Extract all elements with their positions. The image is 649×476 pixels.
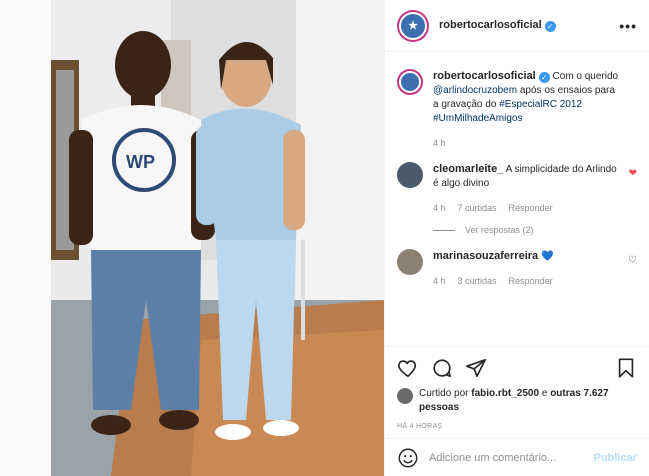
share-icon[interactable] <box>465 357 487 379</box>
author-name-block: robertocarlosoficial ✓ <box>439 19 556 32</box>
post-photo[interactable]: WP <box>51 0 384 476</box>
author-avatar-small[interactable] <box>397 69 423 95</box>
comment-input[interactable] <box>429 451 594 464</box>
caption-hashtag-1[interactable]: #EspecialRC 2012 <box>499 99 582 110</box>
heart-icon[interactable]: ❤ <box>629 168 637 179</box>
verified-badge-icon: ✓ <box>544 21 556 32</box>
heart-outline-icon[interactable]: ♡ <box>628 255 637 266</box>
commenter-avatar[interactable] <box>397 249 423 275</box>
caption: robertocarlosoficial ✓ Com o querido @arl… <box>397 69 637 150</box>
caption-meta: 4 h <box>433 136 619 150</box>
author-username[interactable]: robertocarlosoficial <box>439 19 542 31</box>
reply-button[interactable]: Responder <box>509 201 553 215</box>
caption-mention[interactable]: @arlindocruzobem <box>433 85 517 96</box>
heart-icon[interactable] <box>397 357 419 379</box>
post-timestamp[interactable]: HÁ 4 HORAS <box>397 423 637 430</box>
more-options-icon[interactable]: ••• <box>619 18 637 34</box>
photo-illustration: WP <box>51 0 384 476</box>
emoji-icon[interactable] <box>397 447 419 469</box>
view-replies[interactable]: Ver respostas (2) <box>433 225 637 235</box>
comment-likes[interactable]: 3 curtidas <box>458 274 497 288</box>
post-header: ★ robertocarlosoficial ✓ ••• <box>385 0 649 52</box>
comment-item: cleomarleite_ A simplicidade do Arlindo … <box>397 162 637 215</box>
post-actions: Curtido por fabio.rbt_2500 e outras 7.62… <box>385 346 649 438</box>
caption-username[interactable]: robertocarlosoficial <box>433 70 536 82</box>
comment-icon[interactable] <box>431 357 453 379</box>
view-replies-label: Ver respostas (2) <box>465 225 534 235</box>
likes-prefix: Curtido por <box>419 388 472 399</box>
reply-button[interactable]: Responder <box>509 274 553 288</box>
comment-time[interactable]: 4 h <box>433 201 446 215</box>
publish-button[interactable]: Publicar <box>594 452 637 464</box>
liker-avatar[interactable] <box>397 388 413 404</box>
post-sidebar: ★ robertocarlosoficial ✓ ••• robertocarlo… <box>384 0 649 476</box>
comment-item: marinasouzaferreira 💙 4 h 3 curtidas Res… <box>397 249 637 288</box>
comment-likes[interactable]: 7 curtidas <box>458 201 497 215</box>
comment-body: marinasouzaferreira 💙 4 h 3 curtidas Res… <box>433 249 571 288</box>
liker-username[interactable]: fabio.rbt_2500 <box>471 388 539 399</box>
likes-summary: Curtido por fabio.rbt_2500 e outras 7.62… <box>397 387 637 415</box>
comment-meta: 4 h 7 curtidas Responder <box>433 201 619 215</box>
replies-line <box>433 229 455 231</box>
star-icon: ★ <box>399 11 427 40</box>
comment-time[interactable]: 4 h <box>433 274 446 288</box>
comment-meta: 4 h 3 curtidas Responder <box>433 274 553 288</box>
comment-username[interactable]: marinasouzaferreira <box>433 250 538 262</box>
commenter-avatar[interactable] <box>397 162 423 188</box>
caption-time[interactable]: 4 h <box>433 136 446 150</box>
caption-text: Com o querido <box>552 71 619 82</box>
action-icons <box>397 353 637 383</box>
likes-middle: e <box>539 388 551 399</box>
post-modal: WP ★ robertocarlosoficial ✓ ••• robertoc… <box>51 0 649 476</box>
svg-text:WP: WP <box>126 152 155 172</box>
comments-list[interactable]: robertocarlosoficial ✓ Com o querido @arl… <box>385 53 649 346</box>
bookmark-icon[interactable] <box>615 357 637 379</box>
comment-username[interactable]: cleomarleite_ <box>433 163 503 175</box>
comment-text: 💙 <box>540 251 554 262</box>
caption-hashtag-2[interactable]: #UmMilhadeAmigos <box>433 113 522 124</box>
comment-body: cleomarleite_ A simplicidade do Arlindo … <box>433 162 637 215</box>
caption-body: robertocarlosoficial ✓ Com o querido @arl… <box>433 69 637 150</box>
add-comment-bar: Publicar <box>385 438 649 476</box>
author-avatar[interactable]: ★ <box>397 9 429 42</box>
verified-badge-icon: ✓ <box>538 72 550 83</box>
